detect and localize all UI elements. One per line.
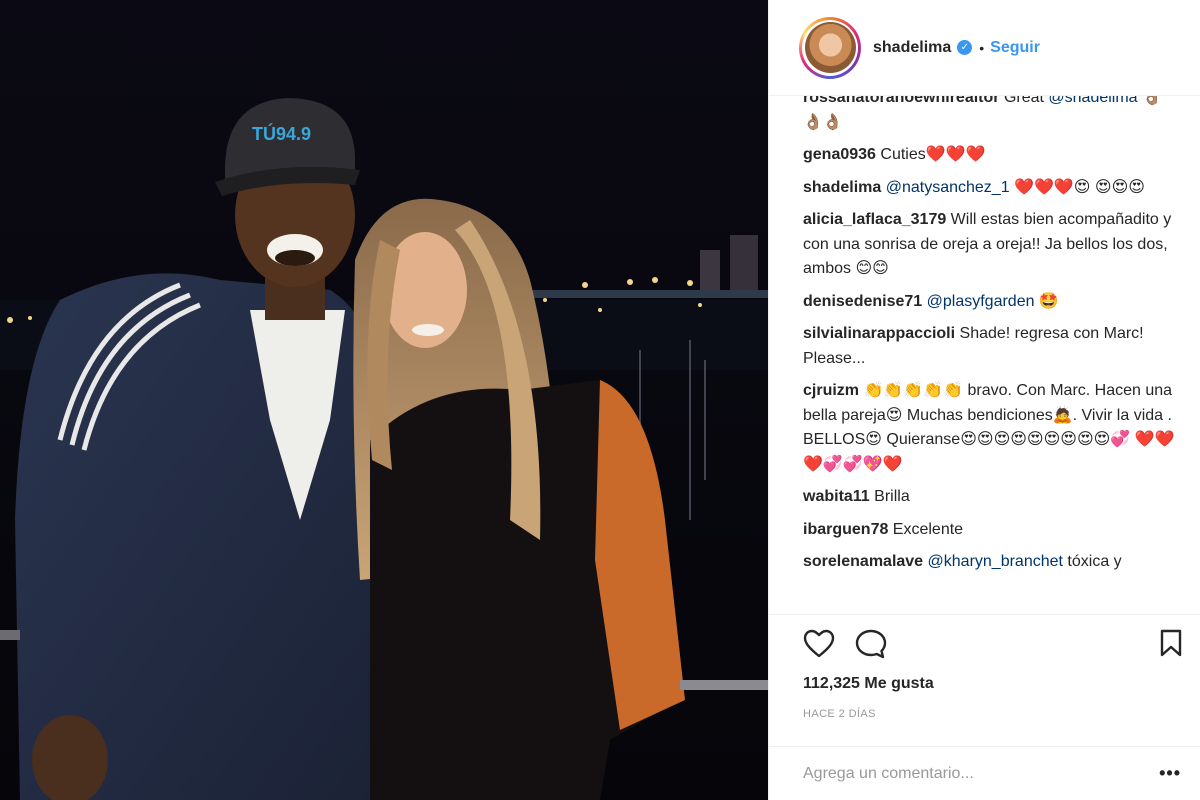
comment-text-after: 🤩 (1034, 292, 1059, 310)
comment-text: Brilla (869, 488, 910, 505)
photo-illustration: TÚ94.9 (0, 0, 768, 800)
comment-mention-link[interactable]: @shadelima (1048, 96, 1137, 106)
separator-dot: • (979, 39, 985, 56)
comment-item: gena0936 Cuties❤️❤️❤️ (803, 143, 1181, 168)
comment-text-after: ❤️❤️❤️😍 😍😍😍 (1009, 178, 1145, 196)
comment-text: Excelente (888, 520, 964, 538)
author-avatar[interactable] (799, 16, 861, 79)
likes-count[interactable]: 112,325 Me gusta (803, 675, 934, 693)
comment-item: rossanatoranoewhirealtor Great @shadelim… (803, 96, 1181, 135)
comment-item: wabita11 Brilla (803, 485, 1181, 510)
comment-username[interactable]: sorelenamalave (803, 553, 923, 570)
comment-username[interactable]: cjruizm (803, 382, 859, 399)
author-username[interactable]: shadelima (873, 39, 951, 57)
comment-mention-link[interactable]: @kharyn_branchet (928, 553, 1063, 570)
comment-username[interactable]: ibarguen78 (803, 521, 888, 538)
comment-username[interactable]: denisedenise71 (803, 293, 922, 310)
comment-item: alicia_laflaca_3179 Will estas bien acom… (803, 208, 1181, 282)
comments-list[interactable]: rossanatoranoewhirealtor Great @shadelim… (769, 96, 1200, 613)
add-comment-bar: ••• (769, 746, 1200, 800)
heart-icon[interactable] (803, 629, 835, 664)
post-details-panel: shadelima ✓ • Seguir rossanatoranoewhire… (768, 0, 1200, 800)
post-actions: 112,325 Me gusta HACE 2 DÍAS (769, 614, 1200, 754)
post-header: shadelima ✓ • Seguir (769, 0, 1200, 96)
comment-username[interactable]: silvialinarappaccioli (803, 325, 955, 342)
post-photo[interactable]: TÚ94.9 (0, 0, 768, 800)
comment-item: denisedenise71 @plasyfgarden 🤩 (803, 290, 1181, 315)
comment-text: Cuties❤️❤️❤️ (875, 146, 986, 163)
comment-item: sorelenamalave @kharyn_branchet tóxica y (803, 550, 1181, 575)
comment-item: shadelima @natysanchez_1 ❤️❤️❤️😍 😍😍😍 (803, 176, 1181, 201)
comment-text: 👏👏👏👏👏 bravo. Con Marc. Hacen una bella p… (803, 382, 1175, 473)
more-options-icon[interactable]: ••• (1159, 763, 1181, 784)
comment-username[interactable]: shadelima (803, 179, 881, 196)
bookmark-icon[interactable] (1159, 629, 1183, 662)
verified-badge-icon: ✓ (957, 40, 973, 55)
follow-button[interactable]: Seguir (990, 39, 1040, 57)
avatar-image (804, 22, 856, 73)
comment-input[interactable] (803, 764, 1160, 783)
comment-item: cjruizm 👏👏👏👏👏 bravo. Con Marc. Hacen una… (803, 379, 1181, 477)
comment-username[interactable]: wabita11 (803, 488, 870, 505)
cap-logo-text: TÚ94.9 (252, 123, 311, 144)
comment-text-after: tóxica y (1062, 553, 1122, 570)
post-timestamp[interactable]: HACE 2 DÍAS (803, 708, 876, 720)
comment-text: Great (999, 96, 1049, 106)
comment-item: ibarguen78 Excelente (803, 518, 1181, 543)
comment-mention-link[interactable]: @plasyfgarden (927, 293, 1035, 310)
comment-mention-link[interactable]: @natysanchez_1 (886, 179, 1010, 196)
comment-bubble-icon[interactable] (855, 629, 887, 664)
comment-username[interactable]: gena0936 (803, 146, 876, 163)
comment-username[interactable]: alicia_laflaca_3179 (803, 211, 946, 228)
comment-item: silvialinarappaccioli Shade! regresa con… (803, 322, 1181, 371)
comment-username[interactable]: rossanatoranoewhirealtor (803, 96, 1000, 106)
